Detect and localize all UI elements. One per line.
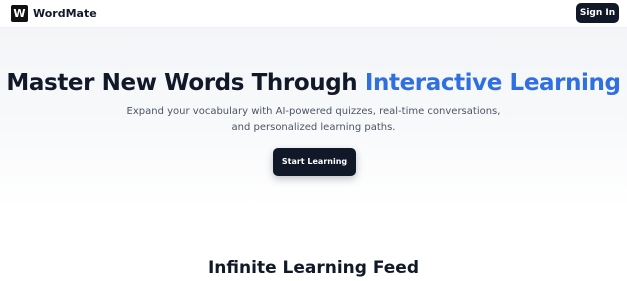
logo-icon[interactable]: W xyxy=(11,5,28,22)
hero-title-accent: Interactive Learning xyxy=(364,70,621,96)
hero-title: Master New Words Through Interactive Lea… xyxy=(0,69,627,97)
hero-title-main: Master New Words Through xyxy=(6,70,365,96)
sign-in-button[interactable]: Sign In xyxy=(576,3,619,23)
top-navbar: W WordMate Sign In xyxy=(0,0,627,28)
feed-section-title: Infinite Learning Feed xyxy=(207,258,420,278)
hero-subtitle: Expand your vocabulary with AI-powered q… xyxy=(0,104,627,136)
hero-subtitle-line-1: Expand your vocabulary with AI-powered q… xyxy=(126,106,501,117)
brand-name[interactable]: WordMate xyxy=(33,6,97,21)
hero-subtitle-line-2: and personalized learning paths. xyxy=(231,122,396,133)
page: W WordMate Sign In Master New Words Thro… xyxy=(0,0,627,281)
start-learning-button[interactable]: Start Learning xyxy=(273,148,356,176)
